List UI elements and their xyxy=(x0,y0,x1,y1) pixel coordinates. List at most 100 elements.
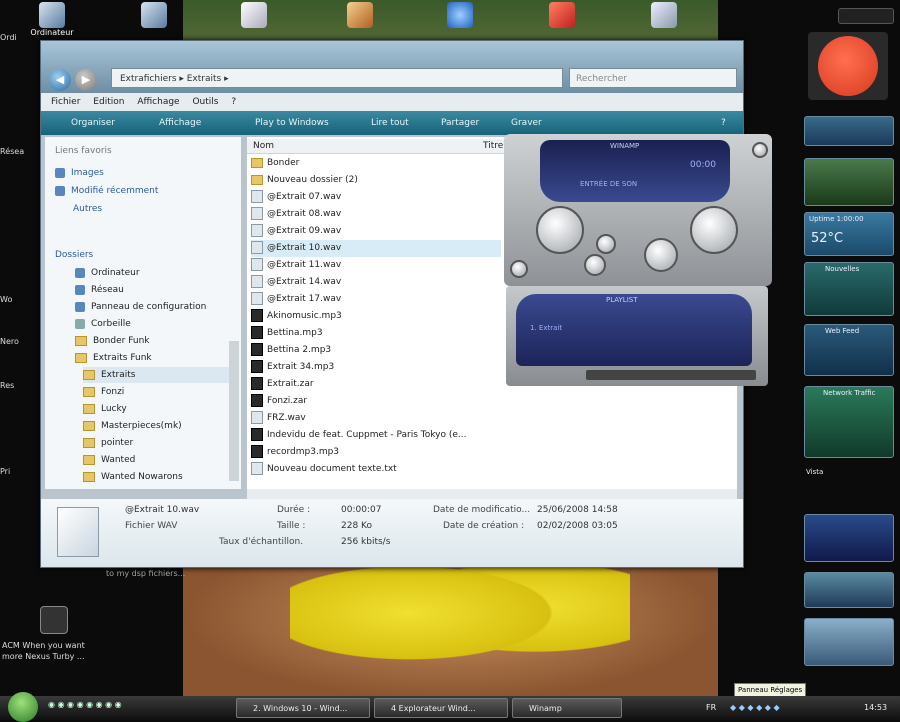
nav-tree-item[interactable]: Corbeille xyxy=(75,316,131,332)
document-desktop-icon[interactable] xyxy=(232,2,276,42)
menu-edition[interactable]: Edition xyxy=(93,97,124,107)
computer-desktop-icon[interactable]: Ordinateur xyxy=(30,2,74,42)
file-row[interactable]: Fonzi.zar xyxy=(251,393,307,410)
contacts-gadget[interactable] xyxy=(804,572,894,608)
tray-clock[interactable]: 14:53 xyxy=(864,700,887,716)
file-row[interactable]: Extrait 34.mp3 xyxy=(251,359,334,376)
nav-favorite-images[interactable]: Images xyxy=(55,165,104,181)
nav-tree-item[interactable]: Fonzi xyxy=(83,384,124,400)
nav-tree-item-selected[interactable]: Extraits xyxy=(83,367,233,383)
playlist-item[interactable]: 1. Extrait xyxy=(530,324,562,332)
explorer-titlebar: ◀ ▶ Extrafichiers ▸ Extraits ▸ Recherche… xyxy=(41,41,743,93)
file-row[interactable]: Nouveau dossier (2) xyxy=(251,172,358,189)
quick-launch[interactable]: ◉ ◉ ◉ ◉ ◉ ◉ ◉ ◉ xyxy=(48,700,228,716)
eject-button[interactable] xyxy=(510,260,528,278)
file-row[interactable]: Bonder xyxy=(251,155,299,172)
sidebar-control[interactable] xyxy=(838,8,894,24)
file-row[interactable]: Indevidu de feat. Cuppmet - Paris Tokyo … xyxy=(251,427,467,444)
navigation-pad[interactable] xyxy=(690,206,738,254)
news-gadget[interactable]: Nouvelles xyxy=(804,262,894,316)
file-row[interactable]: FRZ.wav xyxy=(251,410,306,427)
task-button-explorer[interactable]: 4 Explorateur Wind... xyxy=(374,698,508,718)
menu-affichage[interactable]: Affichage xyxy=(137,97,179,107)
nav-tree-item[interactable]: Masterpieces(mk) xyxy=(83,418,182,434)
file-row[interactable]: Akinomusic.mp3 xyxy=(251,308,342,325)
graver-button[interactable]: Graver xyxy=(511,111,542,135)
network-desktop-icon[interactable] xyxy=(132,2,176,42)
file-row[interactable]: @Extrait 11.wav xyxy=(251,257,341,274)
file-row[interactable]: @Extrait 08.wav xyxy=(251,206,341,223)
column-name[interactable]: Nom xyxy=(253,139,274,153)
details-debit-label: Taux d'échantillon. xyxy=(219,537,304,547)
menu-outils[interactable]: Outils xyxy=(192,97,218,107)
app-desktop-icon[interactable] xyxy=(540,2,584,42)
affichage-button[interactable]: Affichage xyxy=(159,111,201,135)
playlist-controls[interactable] xyxy=(586,370,756,380)
task-button-winamp[interactable]: Winamp xyxy=(512,698,622,718)
weather-gadget[interactable]: Uptime 1:00:00 52°C xyxy=(804,212,894,256)
folders-header[interactable]: Dossiers xyxy=(55,247,93,263)
navigation-pane: Liens favoris Images Modifié récemment A… xyxy=(45,137,241,489)
menu-fichier[interactable]: Fichier xyxy=(51,97,80,107)
nav-tree-item[interactable]: Panneau de configuration xyxy=(75,299,206,315)
play-button[interactable] xyxy=(644,238,678,272)
network-traffic-gadget[interactable]: Network Traffic xyxy=(804,386,894,458)
nav-tree-item[interactable]: Bonder Funk xyxy=(75,333,150,349)
file-list-hscrollbar[interactable] xyxy=(247,489,737,499)
volume-knob[interactable] xyxy=(536,206,584,254)
address-bar[interactable]: Extrafichiers ▸ Extraits ▸ xyxy=(111,68,563,88)
nav-tree-item[interactable]: Extraits Funk xyxy=(75,350,152,366)
desktop-label-pri: Pri xyxy=(0,467,11,476)
ie-desktop-icon[interactable] xyxy=(438,2,482,42)
recycle-bin-desktop-icon[interactable] xyxy=(642,2,686,42)
close-icon[interactable] xyxy=(752,142,768,158)
stop-button[interactable] xyxy=(584,254,606,276)
search-input[interactable]: Rechercher xyxy=(569,68,737,88)
nav-tree-item[interactable]: Wanted xyxy=(83,452,135,468)
nav-tree-item[interactable]: Lucky xyxy=(83,401,127,417)
organiser-button[interactable]: Organiser xyxy=(71,111,115,135)
file-row[interactable]: @Extrait 17.wav xyxy=(251,291,341,308)
file-row-selected[interactable]: @Extrait 10.wav xyxy=(251,240,501,257)
feed-gadget[interactable]: Web Feed xyxy=(804,324,894,376)
details-duree-label: Durée : xyxy=(277,505,311,515)
nav-tree-item[interactable]: Réseau xyxy=(75,282,124,298)
stock-gadget[interactable]: Vista xyxy=(804,466,892,506)
calendar-gadget[interactable] xyxy=(804,514,894,562)
nav-tree-item[interactable]: Wanted Nowarons xyxy=(83,469,183,485)
menu-help[interactable]: ? xyxy=(231,97,236,107)
details-pane: @Extrait 10.wav Fichier WAV Durée : 00:0… xyxy=(41,499,743,567)
desktop-label-nero: Nero xyxy=(0,337,19,346)
pause-button[interactable] xyxy=(596,234,616,254)
taskbar: ◉ ◉ ◉ ◉ ◉ ◉ ◉ ◉ 2. Windows 10 - Wind... … xyxy=(0,692,900,722)
task-button-windows[interactable]: 2. Windows 10 - Wind... xyxy=(236,698,370,718)
start-button[interactable] xyxy=(8,692,38,722)
details-filename: @Extrait 10.wav xyxy=(125,505,200,515)
help-icon[interactable]: ? xyxy=(721,111,726,135)
nav-tree-item[interactable]: pointer xyxy=(83,435,133,451)
column-title[interactable]: Titre xyxy=(483,139,503,153)
file-row[interactable]: recordmp3.mp3 xyxy=(251,444,339,461)
file-row[interactable]: @Extrait 09.wav xyxy=(251,223,341,240)
file-row[interactable]: Bettina 2.mp3 xyxy=(251,342,331,359)
nav-scrollbar[interactable] xyxy=(229,341,239,481)
slideshow-gadget[interactable] xyxy=(804,116,894,146)
file-row[interactable]: Nouveau document texte.txt xyxy=(251,461,397,478)
nav-tree-item[interactable]: Ordinateur xyxy=(75,265,140,281)
nav-favorite-recent[interactable]: Modifié récemment xyxy=(55,183,158,199)
file-row[interactable]: @Extrait 07.wav xyxy=(251,189,341,206)
file-row[interactable]: Bettina.mp3 xyxy=(251,325,323,342)
forward-button[interactable]: ▶ xyxy=(75,69,97,91)
nav-favorite-autres[interactable]: Autres xyxy=(73,201,102,217)
notes-gadget[interactable] xyxy=(804,618,894,666)
lire-tout-button[interactable]: Lire tout xyxy=(371,111,409,135)
file-row[interactable]: @Extrait 14.wav xyxy=(251,274,341,291)
program-desktop-icon[interactable] xyxy=(338,2,382,42)
language-indicator[interactable]: FR xyxy=(706,700,716,716)
cpu-meter-gadget[interactable] xyxy=(804,158,894,206)
play-to-button[interactable]: Play to Windows xyxy=(255,111,329,135)
back-button[interactable]: ◀ xyxy=(49,69,71,91)
partager-button[interactable]: Partager xyxy=(441,111,479,135)
tray-icons[interactable]: ◆ ◆ ◆ ◆ ◆ ◆ xyxy=(730,700,780,716)
file-row[interactable]: Extrait.zar xyxy=(251,376,314,393)
